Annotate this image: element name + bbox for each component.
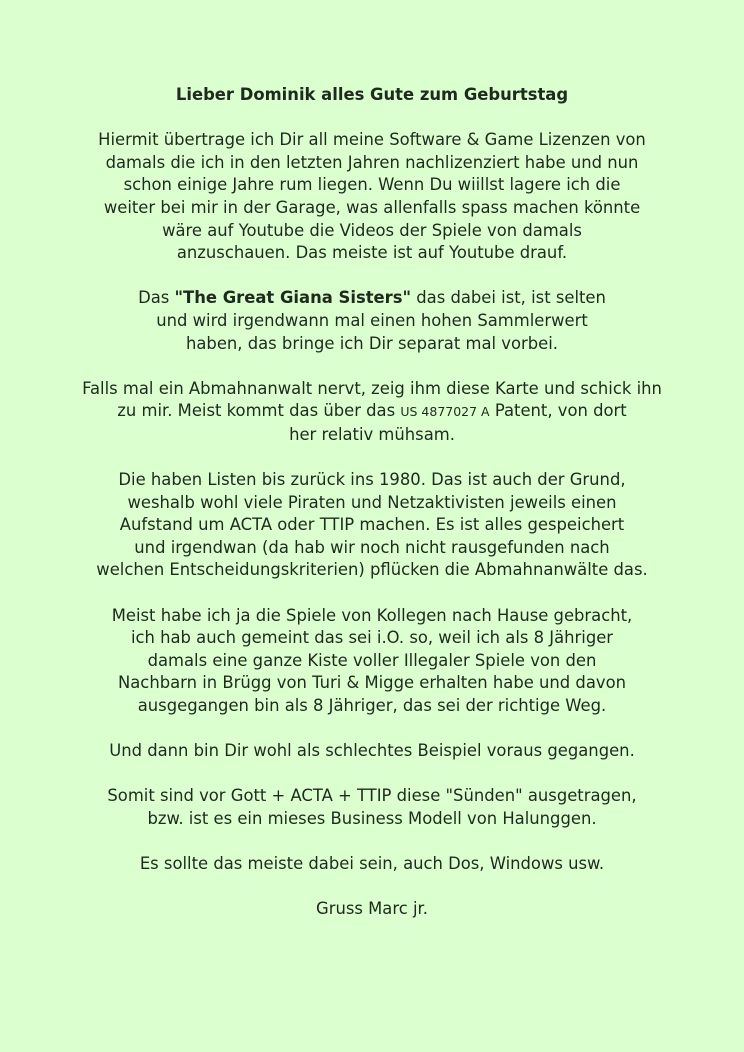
text-line: ausgegangen bin als 8 Jähriger, das sei … [137,696,607,716]
letter-page: Lieber Dominik alles Gute zum Geburtstag… [0,0,744,1052]
text-line: Nachbarn in Brügg von Turi & Migge erhal… [118,673,626,693]
text-line: schon einige Jahre rum liegen. Wenn Du w… [123,175,621,195]
paragraph-contents: Es sollte das meiste dabei sein, auch Do… [0,853,744,876]
letter-signature: Gruss Marc jr. [0,898,744,921]
paragraph-childhood: Meist habe ich ja die Spiele von Kollege… [0,605,744,718]
text-line: Falls mal ein Abmahnanwalt nervt, zeig i… [82,378,662,398]
paragraph-giana-sisters: Das "The Great Giana Sisters" das dabei … [0,287,744,355]
text-line: welchen Entscheidungskriterien) pflücken… [96,560,648,580]
paragraph-license-transfer: Hiermit übertrage ich Dir all meine Soft… [0,129,744,265]
paragraph-sins: Somit sind vor Gott + ACTA + TTIP diese … [0,785,744,830]
text-line: und wird irgendwann mal einen hohen Samm… [156,310,588,330]
text-line: ich hab auch gemeint das sei i.O. so, we… [130,628,614,648]
text-fragment: zu mir. Meist kommt das über das [117,401,401,421]
text-fragment: Das [138,288,175,308]
text-line: Es sollte das meiste dabei sein, auch Do… [139,854,605,874]
text-line: weshalb wohl viele Piraten und Netzaktiv… [127,492,617,512]
text-line: weiter bei mir in der Garage, was allenf… [103,197,641,217]
text-line: Meist habe ich ja die Spiele von Kollege… [111,605,633,625]
text-line: Die haben Listen bis zurück ins 1980. Da… [118,470,626,490]
text-line: bzw. ist es ein mieses Business Modell v… [147,809,597,828]
text-fragment: Patent, von dort [489,401,627,421]
text-line: zu mir. Meist kommt das über das US 4877… [0,400,744,424]
text-line: Das "The Great Giana Sisters" das dabei … [0,287,744,310]
text-line: Und dann bin Dir wohl als schlechtes Bei… [109,741,635,761]
text-line: Aufstand um ACTA oder TTIP machen. Es is… [119,515,625,535]
signature-line: Gruss Marc jr. [316,899,428,919]
text-fragment: das dabei ist, ist selten [411,288,606,308]
text-line: wäre auf Youtube die Videos der Spiele v… [162,220,582,240]
letter-greeting: Lieber Dominik alles Gute zum Geburtstag [0,84,744,107]
game-title: "The Great Giana Sisters" [174,288,412,308]
greeting-line: Lieber Dominik alles Gute zum Geburtstag [175,85,569,104]
text-line: anzuschauen. Das meiste ist auf Youtube … [176,243,568,263]
paragraph-example: Und dann bin Dir wohl als schlechtes Bei… [0,740,744,763]
text-line: Somit sind vor Gott + ACTA + TTIP diese … [107,786,637,806]
text-line: haben, das bringe ich Dir separat mal vo… [186,333,558,353]
patent-number: US 4877027 A [400,404,490,420]
text-line: her relativ mühsam. [289,424,455,444]
text-line: damals die ich in den letzten Jahren nac… [105,152,639,172]
text-line: Hiermit übertrage ich Dir all meine Soft… [98,130,646,150]
paragraph-lists: Die haben Listen bis zurück ins 1980. Da… [0,469,744,582]
text-line: damals eine ganze Kiste voller Illegaler… [147,650,597,670]
text-line: und irgendwan (da hab wir noch nicht rau… [134,537,610,557]
paragraph-abmahnanwalt: Falls mal ein Abmahnanwalt nervt, zeig i… [0,378,744,447]
